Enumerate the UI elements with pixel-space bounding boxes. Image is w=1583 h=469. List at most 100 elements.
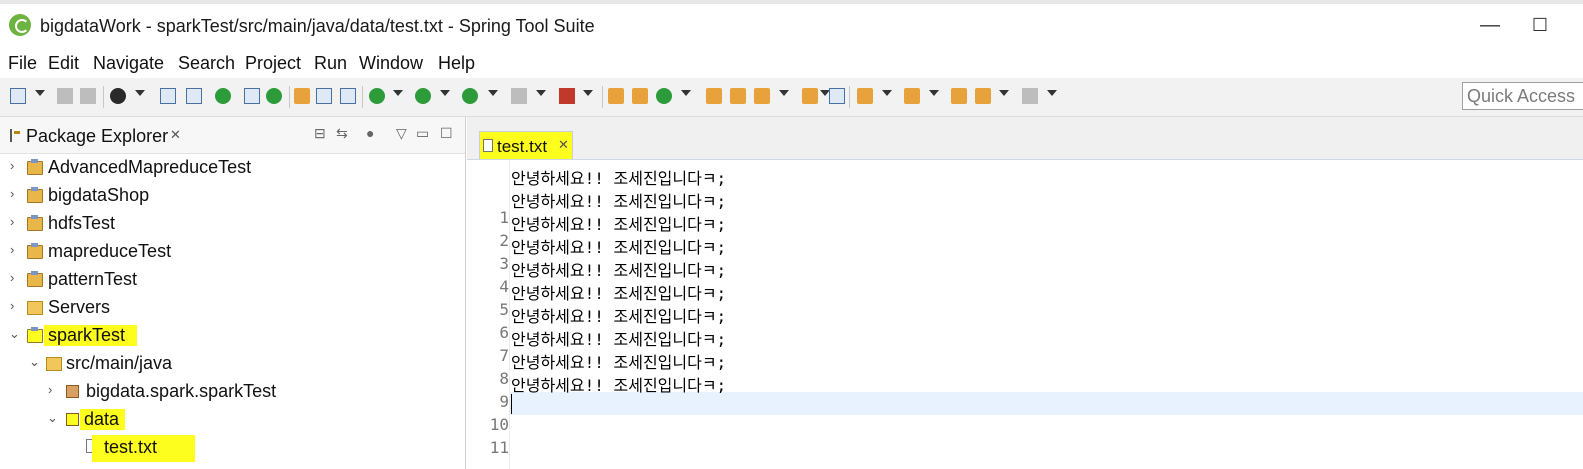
save-icon[interactable] — [57, 88, 73, 104]
new-dropdown-icon[interactable] — [35, 90, 45, 96]
close-icon[interactable]: ✕ — [170, 127, 181, 143]
back-icon[interactable] — [975, 88, 991, 104]
filter-icon[interactable]: ● — [366, 125, 374, 141]
line-number: 9 — [499, 392, 509, 411]
menu-file[interactable]: File — [8, 53, 37, 74]
quick-access-input[interactable]: Quick Access — [1462, 82, 1583, 110]
menu-run[interactable]: Run — [314, 53, 347, 74]
forward-icon[interactable] — [1022, 88, 1038, 104]
menu-project[interactable]: Project — [245, 53, 301, 74]
forward-dropdown-icon[interactable] — [1047, 90, 1057, 96]
tree-item-label: data — [80, 409, 126, 430]
open-folder-icon[interactable] — [730, 88, 746, 104]
profile-icon[interactable] — [110, 88, 126, 104]
refresh-icon[interactable] — [266, 88, 282, 104]
project-icon — [27, 187, 43, 203]
chevron-right-icon[interactable]: › — [10, 242, 14, 257]
debug-dropdown-icon[interactable] — [393, 90, 403, 96]
menu-navigate[interactable]: Navigate — [93, 53, 164, 74]
minimize-view-icon[interactable]: ▭ — [416, 125, 429, 142]
line-number: 6 — [499, 323, 509, 342]
link-with-editor-icon[interactable]: ⇆ — [336, 125, 348, 142]
folder-icon — [27, 301, 43, 315]
spring-boot-icon[interactable] — [215, 88, 231, 104]
open-type-icon[interactable] — [294, 88, 310, 104]
chevron-right-icon[interactable]: › — [48, 382, 52, 397]
code-line[interactable]: 안녕하세요!! 조세진입니다ㅋ; — [511, 257, 726, 281]
new-icon[interactable] — [10, 88, 26, 104]
menu-edit[interactable]: Edit — [48, 53, 79, 74]
code-line[interactable]: 안녕하세요!! 조세진입니다ㅋ; — [511, 280, 726, 304]
project-icon — [27, 327, 43, 343]
code-line[interactable]: 안녕하세요!! 조세진입니다ㅋ; — [511, 349, 726, 373]
skip-breakpoints-icon[interactable] — [186, 88, 202, 104]
coverage-icon[interactable] — [462, 88, 478, 104]
code-line[interactable]: 안녕하세요!! 조세진입니다ㅋ; — [511, 211, 726, 235]
external-tools-icon[interactable] — [559, 88, 575, 104]
line-number: 4 — [499, 277, 509, 296]
save-all-icon[interactable] — [80, 88, 96, 104]
search-icon[interactable] — [802, 88, 818, 104]
chevron-down-icon[interactable]: ⌄ — [47, 410, 58, 426]
close-icon[interactable]: ✕ — [558, 137, 569, 153]
console-icon[interactable] — [160, 88, 176, 104]
new-package-icon[interactable] — [632, 88, 648, 104]
chevron-down-icon[interactable]: ⌄ — [9, 326, 20, 342]
toggle-mark-icon[interactable] — [244, 88, 260, 104]
view-menu-icon[interactable]: ▽ — [396, 125, 407, 142]
menu-bar: File Edit Navigate Search Project Run Wi… — [0, 48, 1583, 76]
menu-window[interactable]: Window — [359, 53, 423, 74]
stop-icon[interactable] — [511, 88, 527, 104]
next-annotation-icon[interactable] — [857, 88, 873, 104]
editor-tab-test-txt[interactable]: test.txt ✕ — [479, 131, 573, 159]
last-edit-location-icon[interactable] — [951, 88, 967, 104]
open-task-icon[interactable] — [754, 88, 770, 104]
chevron-down-icon[interactable]: ⌄ — [29, 354, 40, 370]
menu-help[interactable]: Help — [438, 53, 475, 74]
collapse-all-icon[interactable]: ⊟ — [314, 125, 326, 142]
run-dropdown-icon[interactable] — [440, 90, 450, 96]
maximize-button[interactable]: ☐ — [1525, 10, 1555, 40]
chevron-right-icon[interactable]: › — [10, 158, 14, 173]
code-line[interactable]: 안녕하세요!! 조세진입니다ㅋ; — [511, 188, 726, 212]
chevron-right-icon[interactable]: › — [10, 214, 14, 229]
chevron-right-icon[interactable]: › — [10, 186, 14, 201]
web-browser-icon[interactable] — [829, 88, 845, 104]
code-line[interactable]: 안녕하세요!! 조세진입니다ㅋ; — [511, 165, 726, 189]
tree-item-label: patternTest — [48, 269, 138, 289]
package-explorer-panel: Package Explorer ✕ ⊟ ⇆ ● ▽ ▭ ☐ › Advance… — [0, 117, 466, 469]
coverage-dropdown-icon[interactable] — [488, 90, 498, 96]
open-type-hierarchy-icon[interactable] — [706, 88, 722, 104]
next-annotation-dropdown-icon[interactable] — [882, 90, 892, 96]
profile-dropdown-icon[interactable] — [135, 90, 145, 96]
code-line[interactable]: 안녕하세요!! 조세진입니다ㅋ; — [511, 303, 726, 327]
minimize-button[interactable]: — — [1475, 10, 1505, 40]
stop-dropdown-icon[interactable] — [536, 90, 546, 96]
show-whitespace-icon[interactable] — [340, 88, 356, 104]
code-line[interactable]: 안녕하세요!! 조세진입니다ㅋ; — [511, 372, 726, 396]
new-class-icon[interactable] — [656, 88, 672, 104]
project-icon — [27, 159, 43, 175]
open-task-dropdown-icon[interactable] — [779, 90, 789, 96]
tree-item-label: hdfsTest — [48, 213, 116, 233]
debug-icon[interactable] — [369, 88, 385, 104]
chevron-right-icon[interactable]: › — [10, 270, 14, 285]
menu-search[interactable]: Search — [178, 53, 235, 74]
code-line[interactable]: 안녕하세요!! 조세진입니다ㅋ; — [511, 326, 726, 350]
back-dropdown-icon[interactable] — [999, 90, 1009, 96]
package-explorer-tab[interactable]: Package Explorer — [26, 126, 168, 147]
run-icon[interactable] — [415, 88, 431, 104]
previous-annotation-dropdown-icon[interactable] — [929, 90, 939, 96]
external-tools-dropdown-icon[interactable] — [583, 90, 593, 96]
package-icon — [66, 413, 79, 426]
maximize-view-icon[interactable]: ☐ — [440, 125, 453, 142]
previous-annotation-icon[interactable] — [904, 88, 920, 104]
tree-item-label: test.txt — [92, 435, 196, 462]
chevron-right-icon[interactable]: › — [10, 298, 14, 313]
new-java-project-icon[interactable] — [608, 88, 624, 104]
text-caret — [511, 394, 512, 414]
open-resource-icon[interactable] — [316, 88, 332, 104]
code-line[interactable]: 안녕하세요!! 조세진입니다ㅋ; — [511, 234, 726, 258]
tree-item-label: mapreduceTest — [48, 241, 172, 261]
new-class-dropdown-icon[interactable] — [681, 90, 691, 96]
